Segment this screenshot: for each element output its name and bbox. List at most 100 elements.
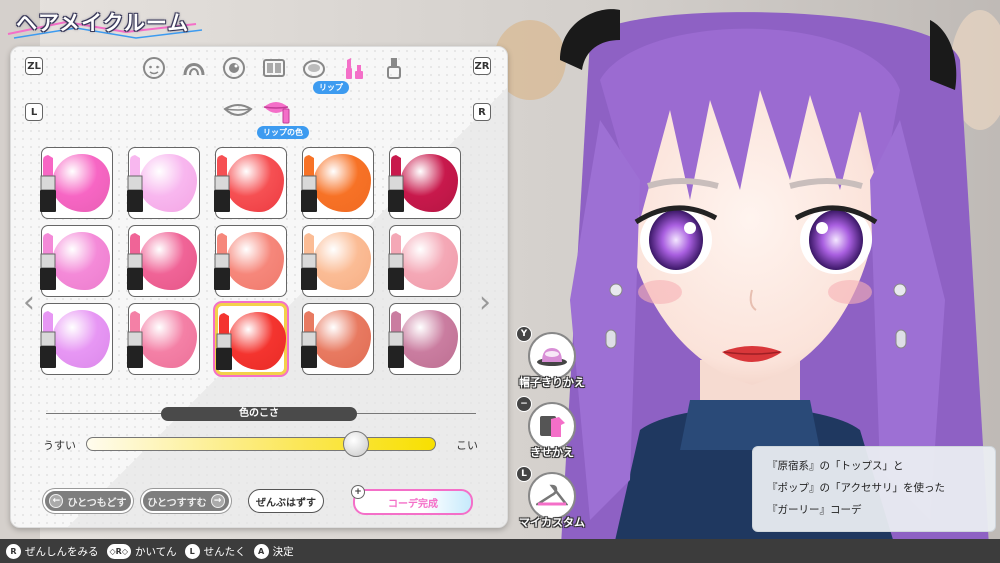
outfit-action-circle: [528, 402, 576, 450]
hint-label: ぜんしんをみる: [25, 545, 99, 558]
zr-button-icon[interactable]: ZR: [473, 57, 491, 75]
lipstick-tube-icon: [301, 233, 317, 290]
category-selected-label: リップ: [313, 81, 349, 94]
finish-label: コーデ完成: [388, 498, 438, 510]
lip-color-swatch[interactable]: [215, 303, 287, 375]
subtab-lip-color[interactable]: [261, 95, 295, 127]
slider-track[interactable]: [86, 437, 436, 451]
subtab-lip-shape[interactable]: [221, 97, 255, 125]
color-sample: [52, 232, 110, 290]
lipstick-tube-icon: [127, 311, 143, 368]
lip-color-swatch[interactable]: [127, 225, 200, 297]
hint-confirm: A 決定: [253, 543, 294, 559]
screen-title: ヘアメイクルーム: [16, 11, 190, 35]
remove-all-label: ぜんぶはずす: [256, 497, 316, 509]
redo-label: ひとつすすむ: [147, 497, 207, 509]
hint-rotate: ◇R◇ かいてん: [106, 543, 177, 559]
my-custom-button[interactable]: L マイカスタム: [512, 466, 592, 546]
color-sample: [226, 232, 284, 290]
hat-toggle-button[interactable]: Y 帽子きりかえ: [512, 326, 592, 406]
lip-color-swatch[interactable]: [214, 225, 287, 297]
minus-button-icon: −: [516, 396, 532, 412]
tab-lip[interactable]: [339, 53, 369, 83]
lipstick-tube-icon: [40, 311, 56, 368]
tab-face-base[interactable]: [139, 53, 169, 83]
color-sample: [313, 232, 371, 290]
subcategory-selected-label: リップの色: [257, 126, 309, 139]
slider-knob[interactable]: [342, 431, 369, 457]
hat-action-circle: [528, 332, 576, 380]
redo-button[interactable]: ひとつすすむ →: [141, 489, 231, 513]
lip-color-swatch[interactable]: [301, 303, 374, 375]
compact-blush-icon: [303, 60, 325, 78]
tab-nail[interactable]: [379, 53, 409, 83]
r-button-icon[interactable]: R: [473, 103, 491, 121]
lipstick-tube-icon: [214, 233, 230, 290]
lip-color-swatch[interactable]: [127, 303, 200, 375]
lip-color-swatch[interactable]: [388, 303, 461, 375]
slider-label: 色のこさ: [161, 407, 357, 421]
lipstick-icon: [346, 58, 363, 79]
color-sample: [400, 232, 458, 290]
lipstick-tube-icon: [388, 233, 404, 290]
l-button-icon[interactable]: L: [25, 103, 43, 121]
r-stick-rotate-icon: ◇R◇: [106, 543, 131, 559]
hint-label: 決定: [272, 545, 294, 558]
lip-color-swatch[interactable]: [40, 147, 113, 219]
lipstick-tube-icon: [388, 155, 404, 212]
hint-full-body: R ぜんしんをみる: [6, 543, 99, 559]
forward-arrow-icon: →: [210, 494, 225, 508]
lip-color-swatch[interactable]: [301, 147, 374, 219]
tab-blush[interactable]: [299, 53, 329, 83]
undo-button[interactable]: ← ひとつもどす: [43, 489, 133, 513]
a-button-icon: A: [253, 543, 269, 559]
info-line: 『原宿系』の「トップス」と: [767, 460, 904, 472]
color-sample: [226, 154, 284, 212]
y-button-icon: Y: [516, 326, 532, 342]
lipstick-tube-icon: [214, 155, 230, 212]
lip-color-swatch[interactable]: [214, 147, 287, 219]
lip-color-swatch[interactable]: [40, 303, 113, 375]
tab-eyeshadow[interactable]: [259, 53, 289, 83]
eyeshadow-palette-icon: [263, 59, 285, 77]
outfit-icon: [540, 416, 565, 437]
remove-all-button[interactable]: ぜんぶはずす: [248, 489, 324, 513]
lip-shape-icon: [223, 104, 253, 116]
zl-button-icon[interactable]: ZL: [25, 57, 43, 75]
l-shoulder-icon: L: [516, 466, 532, 482]
lip-color-grid: [40, 147, 481, 375]
custom-action-circle: [528, 472, 576, 520]
color-sample: [400, 310, 458, 368]
lipstick-tube-icon: [388, 311, 404, 368]
hint-label: せんたく: [203, 545, 246, 558]
lip-color-swatch[interactable]: [301, 225, 374, 297]
lipstick-tube-icon: [216, 313, 232, 370]
hint-label: かいてん: [134, 545, 177, 558]
color-sample: [228, 312, 286, 370]
nail-polish-icon: [387, 58, 401, 79]
lipstick-tube-icon: [127, 233, 143, 290]
color-sample: [52, 154, 110, 212]
slider-max-label: こい: [456, 439, 478, 452]
lipstick-tube-icon: [40, 155, 56, 212]
control-hint-bar: R ぜんしんをみる ◇R◇ かいてん L せんたく A 決定: [0, 539, 1000, 563]
lip-color-swatch[interactable]: [388, 225, 461, 297]
face-base-icon: [143, 57, 165, 79]
tab-eyebrow[interactable]: [179, 53, 209, 83]
lip-color-swatch[interactable]: [388, 147, 461, 219]
lip-color-icon: [263, 102, 290, 124]
undo-label: ひとつもどす: [67, 497, 127, 509]
info-line: 『ポップ』の「アクセサリ」を使った: [767, 482, 945, 494]
hint-select: L せんたく: [184, 543, 246, 559]
finish-coordinate-button[interactable]: + コーデ完成: [351, 485, 473, 515]
color-sample: [139, 232, 197, 290]
back-arrow-icon: ←: [49, 494, 64, 508]
outfit-change-button[interactable]: − きせかえ: [512, 396, 592, 476]
page-prev-arrow-icon[interactable]: ‹: [23, 285, 35, 320]
category-tabs: [139, 53, 409, 87]
info-line: 『ガーリー』コーデ: [767, 504, 862, 516]
lip-color-swatch[interactable]: [40, 225, 113, 297]
r-stick-icon: R: [6, 543, 21, 559]
lip-color-swatch[interactable]: [127, 147, 200, 219]
tab-eye[interactable]: [219, 53, 249, 83]
